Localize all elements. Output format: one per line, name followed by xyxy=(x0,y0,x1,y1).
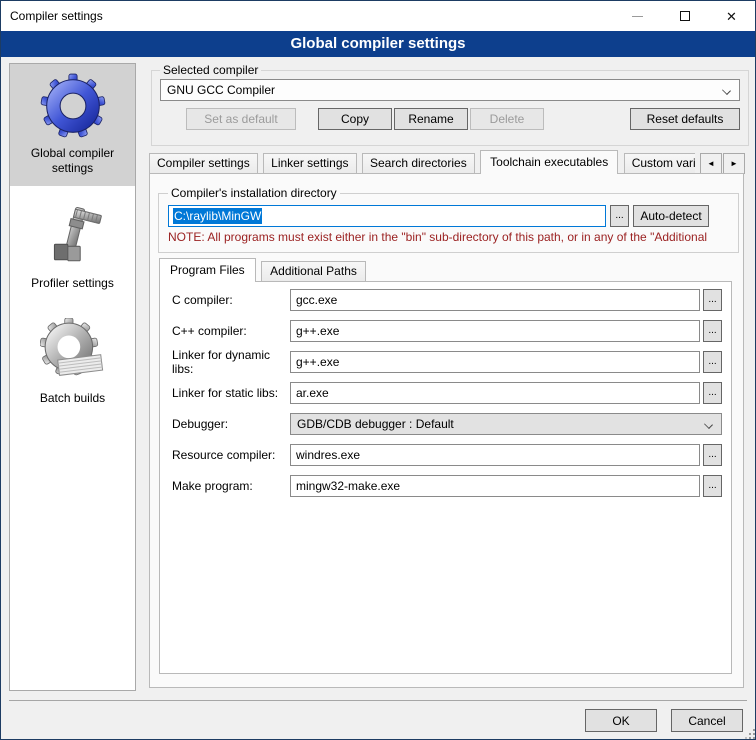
rename-button[interactable]: Rename xyxy=(394,108,468,130)
minimize-button[interactable] xyxy=(614,1,661,31)
resource-compiler-input[interactable] xyxy=(290,444,700,466)
field-row-linker-static: Linker for static libs: ... xyxy=(172,382,722,404)
page-title: Global compiler settings xyxy=(1,31,755,57)
ok-button[interactable]: OK xyxy=(585,709,657,732)
debugger-dropdown[interactable]: GDB/CDB debugger : Default xyxy=(290,413,722,435)
resource-compiler-label: Resource compiler: xyxy=(172,448,290,462)
tab-clip-area: Compiler settings Linker settings Search… xyxy=(149,150,695,174)
make-program-input[interactable] xyxy=(290,475,700,497)
main-tabstrip: Compiler settings Linker settings Search… xyxy=(149,150,749,174)
linker-dynamic-label: Linker for dynamic libs: xyxy=(172,348,290,376)
debugger-value: GDB/CDB debugger : Default xyxy=(297,417,454,431)
installation-directory-input[interactable]: C:\raylib\MinGW xyxy=(168,205,606,227)
program-files-tabstrip: Program Files Additional Paths xyxy=(159,258,367,281)
installation-directory-value: C:\raylib\MinGW xyxy=(173,208,262,224)
resource-compiler-browse-button[interactable]: ... xyxy=(703,444,722,466)
subtab-additional-paths[interactable]: Additional Paths xyxy=(261,261,366,281)
selected-compiler-group: Selected compiler GNU GCC Compiler Set a… xyxy=(151,63,749,146)
linker-static-input[interactable] xyxy=(290,382,700,404)
installation-directory-group: Compiler's installation directory C:\ray… xyxy=(158,186,739,253)
cpp-compiler-browse-button[interactable]: ... xyxy=(703,320,722,342)
tab-linker-settings[interactable]: Linker settings xyxy=(263,153,356,173)
tab-custom-variables[interactable]: Custom variables xyxy=(624,153,695,173)
make-program-label: Make program: xyxy=(172,479,290,493)
right-arrow-icon: ► xyxy=(730,159,738,168)
cpp-compiler-label: C++ compiler: xyxy=(172,324,290,338)
cpp-compiler-input[interactable] xyxy=(290,320,700,342)
installation-note: NOTE: All programs must exist either in … xyxy=(168,230,729,244)
c-compiler-input[interactable] xyxy=(290,289,700,311)
set-as-default-button[interactable]: Set as default xyxy=(186,108,296,130)
titlebar: Compiler settings ✕ xyxy=(1,1,755,31)
subtab-program-files[interactable]: Program Files xyxy=(159,258,256,282)
c-compiler-browse-button[interactable]: ... xyxy=(703,289,722,311)
minimize-icon xyxy=(632,16,643,17)
installation-directory-group-label: Compiler's installation directory xyxy=(168,186,340,200)
gray-gear-stack-icon xyxy=(40,318,106,384)
linker-dynamic-input[interactable] xyxy=(290,351,700,373)
chevron-down-icon xyxy=(704,420,713,429)
blue-gear-icon xyxy=(40,73,106,139)
c-compiler-label: C compiler: xyxy=(172,293,290,307)
tab-toolchain-executables[interactable]: Toolchain executables xyxy=(480,150,618,174)
copy-button[interactable]: Copy xyxy=(318,108,392,130)
tab-search-directories[interactable]: Search directories xyxy=(362,153,475,173)
reset-defaults-button[interactable]: Reset defaults xyxy=(630,108,740,130)
caliper-icon xyxy=(40,203,106,269)
field-row-resource-compiler: Resource compiler: ... xyxy=(172,444,722,466)
make-program-browse-button[interactable]: ... xyxy=(703,475,722,497)
compiler-settings-dialog: Compiler settings ✕ Global compiler sett… xyxy=(0,0,756,740)
chevron-down-icon xyxy=(722,86,731,95)
selected-compiler-dropdown[interactable]: GNU GCC Compiler xyxy=(160,79,740,101)
field-row-cpp-compiler: C++ compiler: ... xyxy=(172,320,722,342)
debugger-label: Debugger: xyxy=(172,417,290,431)
program-files-panel: C compiler: ... C++ compiler: ... Linker… xyxy=(159,281,732,674)
left-arrow-icon: ◄ xyxy=(707,159,715,168)
footer-divider xyxy=(9,700,747,701)
field-row-make-program: Make program: ... xyxy=(172,475,722,497)
linker-static-label: Linker for static libs: xyxy=(172,386,290,400)
installation-directory-row: C:\raylib\MinGW ... Auto-detect xyxy=(168,205,729,227)
sidebar-item-global-compiler-settings[interactable]: Global compiler settings xyxy=(10,64,135,186)
resize-grip[interactable] xyxy=(749,733,751,735)
field-row-debugger: Debugger: GDB/CDB debugger : Default xyxy=(172,413,722,435)
sidebar-item-batch-builds[interactable]: Batch builds xyxy=(10,309,135,416)
delete-button[interactable]: Delete xyxy=(470,108,544,130)
selected-compiler-value: GNU GCC Compiler xyxy=(167,83,275,97)
selected-compiler-group-label: Selected compiler xyxy=(160,63,261,77)
compiler-buttons-row: Set as default Copy Rename Delete Reset … xyxy=(160,108,740,130)
sidebar-item-label: Global compiler settings xyxy=(14,146,131,176)
cancel-button[interactable]: Cancel xyxy=(671,709,743,732)
tab-scroll-right-button[interactable]: ► xyxy=(723,153,745,174)
maximize-button[interactable] xyxy=(661,1,708,31)
close-icon: ✕ xyxy=(726,10,737,23)
tab-scroll-left-button[interactable]: ◄ xyxy=(700,153,722,174)
linker-dynamic-browse-button[interactable]: ... xyxy=(703,351,722,373)
sidebar-item-profiler-settings[interactable]: Profiler settings xyxy=(10,194,135,301)
auto-detect-button[interactable]: Auto-detect xyxy=(633,205,709,227)
window-title: Compiler settings xyxy=(1,9,614,23)
tab-compiler-settings[interactable]: Compiler settings xyxy=(149,153,258,173)
close-button[interactable]: ✕ xyxy=(708,1,755,31)
sidebar-item-label: Batch builds xyxy=(14,391,131,406)
settings-sidebar: Global compiler settings xyxy=(9,63,136,691)
field-row-linker-dynamic: Linker for dynamic libs: ... xyxy=(172,351,722,373)
maximize-icon xyxy=(680,11,690,21)
sidebar-item-label: Profiler settings xyxy=(14,276,131,291)
field-row-c-compiler: C compiler: ... xyxy=(172,289,722,311)
linker-static-browse-button[interactable]: ... xyxy=(703,382,722,404)
installation-directory-browse-button[interactable]: ... xyxy=(610,205,629,227)
toolchain-executables-page: Compiler's installation directory C:\ray… xyxy=(149,173,744,688)
